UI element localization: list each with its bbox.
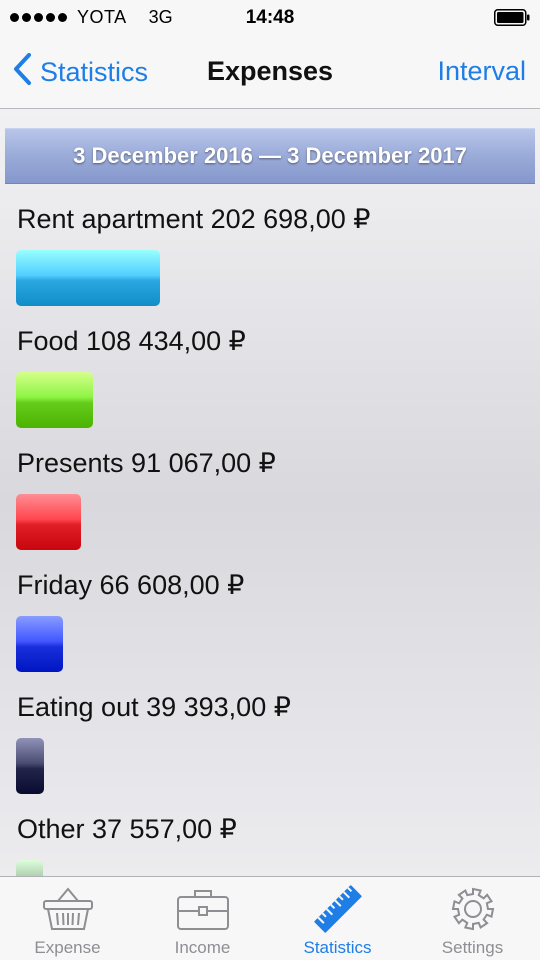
- battery-icon: [494, 9, 530, 26]
- expense-category-item[interactable]: Other 37 557,00 ₽: [0, 814, 540, 876]
- tab-statistics[interactable]: Statistics: [270, 877, 405, 960]
- category-amount-bar: [16, 372, 93, 428]
- date-range-header: 3 December 2016 — 3 December 2017: [5, 128, 535, 184]
- category-amount-bar: [16, 494, 81, 550]
- tab-bar: Expense Income Statistics Settings: [0, 876, 540, 960]
- category-label: Rent apartment 202 698,00 ₽: [17, 204, 371, 234]
- category-label: Friday 66 608,00 ₽: [17, 570, 245, 600]
- expense-category-item[interactable]: Rent apartment 202 698,00 ₽: [0, 204, 540, 326]
- category-label: Food 108 434,00 ₽: [17, 326, 246, 356]
- category-label: Other 37 557,00 ₽: [17, 814, 237, 844]
- category-label: Presents 91 067,00 ₽: [17, 448, 276, 478]
- category-amount-bar: [16, 616, 63, 672]
- gear-icon: [405, 883, 540, 935]
- expense-category-item[interactable]: Eating out 39 393,00 ₽: [0, 692, 540, 814]
- category-amount-bar: [16, 860, 43, 876]
- expense-category-item[interactable]: Food 108 434,00 ₽: [0, 326, 540, 448]
- back-button[interactable]: Statistics: [12, 52, 148, 93]
- status-bar: YOTA 3G 14:48: [0, 0, 540, 36]
- category-amount-bar: [16, 250, 160, 306]
- tab-label: Statistics: [303, 938, 372, 957]
- navigation-bar: Statistics Expenses Interval: [0, 36, 540, 109]
- tab-label: Income: [174, 938, 231, 957]
- expense-category-list[interactable]: Rent apartment 202 698,00 ₽ Food 108 434,…: [0, 184, 540, 876]
- back-button-label: Statistics: [40, 57, 149, 87]
- tab-label: Settings: [441, 938, 504, 957]
- briefcase-icon: [135, 883, 270, 935]
- interval-button[interactable]: Interval: [437, 56, 526, 87]
- chevron-left-icon: [12, 52, 32, 93]
- expense-category-item[interactable]: Friday 66 608,00 ₽: [0, 570, 540, 692]
- category-label: Eating out 39 393,00 ₽: [17, 692, 291, 722]
- tab-income[interactable]: Income: [135, 877, 270, 960]
- status-time: 14:48: [245, 7, 295, 28]
- ruler-icon: [270, 883, 405, 935]
- expense-category-item[interactable]: Presents 91 067,00 ₽: [0, 448, 540, 570]
- tab-expense[interactable]: Expense: [0, 877, 135, 960]
- basket-icon: [0, 883, 135, 935]
- tab-settings[interactable]: Settings: [405, 877, 540, 960]
- tab-label: Expense: [34, 938, 101, 957]
- category-amount-bar: [16, 738, 44, 794]
